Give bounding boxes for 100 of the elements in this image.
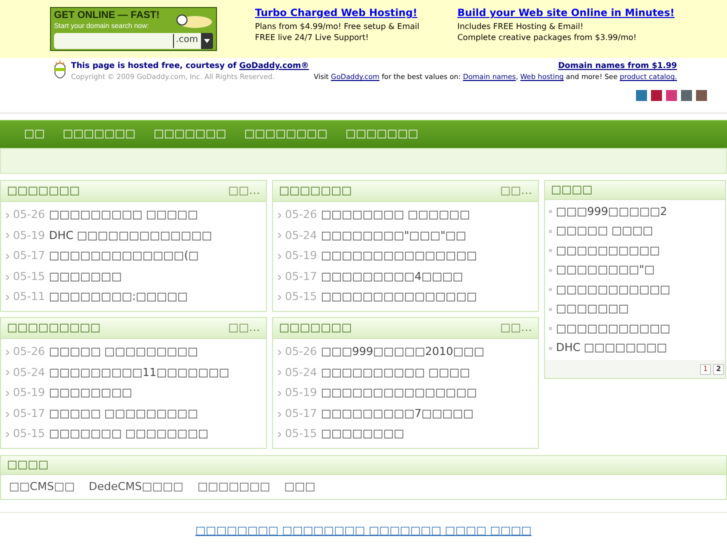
panel-title: □□□□□□□ — [279, 320, 352, 336]
brand-link[interactable]: GoDaddy.com® — [239, 61, 309, 70]
news-link[interactable]: □□□999□□□□□2010□□□ — [320, 344, 484, 361]
side-link[interactable]: □□□□□□□□"□ — [556, 262, 655, 278]
offer-text: Includes FREE Hosting & Email! — [457, 21, 584, 32]
news-date: 05-24 — [285, 228, 317, 244]
panel-title: □□□□□□□ — [7, 182, 80, 199]
news-link[interactable]: □□□□□□□□□ □□□□□ — [48, 207, 198, 224]
panel-title: □□□□□□□ — [279, 182, 352, 199]
panel-title: □□□□□□□□□ — [7, 320, 101, 336]
more-link[interactable]: □□… — [500, 182, 532, 200]
news-link[interactable]: □□□□□ □□□□□□□□□ — [48, 344, 198, 361]
chevron-icon — [6, 370, 9, 376]
news-date: 05-15 — [13, 268, 45, 285]
news-link[interactable]: □□□□□□□□□□□□□□□ — [320, 385, 477, 402]
theme-swatch[interactable] — [636, 90, 647, 101]
domain-link[interactable]: Domain names from $1.99 — [558, 60, 677, 72]
bullet-icon — [549, 249, 552, 252]
bullet-icon — [549, 346, 552, 350]
offer-link[interactable]: Build your Web site Online in Minutes! — [457, 7, 675, 21]
chevron-icon — [6, 390, 9, 396]
news-date: 05-24 — [13, 364, 45, 381]
theme-swatch[interactable] — [651, 90, 662, 101]
offer-text: Complete creative packages from $3.99/mo! — [457, 32, 638, 43]
chevron-icon — [6, 412, 9, 417]
side-link[interactable]: □□□□□□□ — [556, 301, 629, 318]
side-link[interactable]: □□□□□□□□□□□ — [556, 282, 670, 298]
side-link[interactable]: □□□□□ □□□□ — [556, 223, 654, 240]
news-link[interactable]: □□□□□□□□□4□□□□ — [320, 268, 464, 286]
bullet-icon — [549, 327, 552, 330]
bullet-icon — [549, 268, 552, 272]
news-date: 05-24 — [285, 364, 317, 381]
more-link[interactable]: □□… — [500, 320, 532, 336]
theme-swatch[interactable] — [696, 90, 707, 101]
news-date: 05-15 — [285, 289, 317, 306]
news-link[interactable]: □□□□□□□□□□□□□□□ — [320, 289, 477, 306]
news-date: 05-11 — [13, 289, 45, 306]
panel-title: □□□□ — [7, 456, 49, 473]
friend-link[interactable]: □□□ — [284, 478, 316, 496]
side-link[interactable]: DHC □□□□□□□□ — [556, 340, 668, 356]
domain-field[interactable]: .com — [54, 33, 201, 49]
chevron-icon — [6, 350, 9, 355]
news-date: 05-15 — [13, 426, 45, 442]
ad-headline: GET ONLINE — FAST! — [54, 9, 160, 22]
footer-link[interactable]: □□□□□□□□ □□□□□□□□ □□□□□□□ □□□□ □□□□ — [195, 522, 532, 540]
side-link[interactable]: □□□999□□□□□2 — [556, 204, 668, 220]
news-link[interactable]: □□□□□□□ — [48, 268, 122, 286]
panel-title: □□□□ — [551, 182, 593, 198]
theme-swatch[interactable] — [666, 90, 677, 101]
more-link[interactable]: □□… — [228, 320, 260, 336]
news-date: 05-19 — [13, 228, 45, 244]
domain-suffix: .com — [172, 34, 198, 48]
news-date: 05-17 — [285, 268, 317, 285]
chevron-icon — [278, 390, 281, 396]
bullet-icon — [549, 288, 552, 292]
chevron-icon — [278, 370, 281, 376]
chevron-icon — [278, 295, 281, 300]
chevron-icon — [6, 212, 9, 218]
news-link[interactable]: □□□□□□□□□7□□□□□ — [320, 406, 474, 422]
caret-icon — [204, 39, 210, 43]
news-date: 05-26 — [285, 207, 317, 224]
friend-link[interactable]: □□CMS□□ — [9, 478, 75, 496]
chevron-icon — [278, 212, 281, 218]
chevron-icon — [278, 350, 281, 355]
offer-text: Plans from $4.99/mo! Free setup & Email — [255, 21, 420, 32]
theme-swatch[interactable] — [681, 90, 692, 101]
news-date: 05-17 — [13, 406, 45, 422]
news-link[interactable]: DHC □□□□□□□□□□□□□ — [48, 228, 212, 244]
hosted-message: This page is hosted free, courtesy of GoDaddy.com® — [71, 60, 309, 72]
chevron-icon — [278, 274, 281, 280]
news-link[interactable]: □□□□□□□□□□□□□(□ — [48, 248, 199, 265]
chevron-icon — [6, 274, 9, 280]
chevron-icon — [278, 432, 281, 438]
news-link[interactable]: □□□□□□□□ — [48, 385, 132, 402]
bullet-icon — [549, 230, 552, 233]
news-date: 05-17 — [13, 248, 45, 264]
news-link[interactable]: □□□□□□□□□□ □□□□ — [320, 364, 470, 382]
news-date: 05-15 — [285, 426, 317, 442]
friend-link[interactable]: DedeCMS□□□□ — [88, 478, 184, 496]
news-link[interactable]: □□□□□□□□ □□□□□□ — [320, 207, 470, 224]
news-date: 05-26 — [13, 344, 45, 360]
side-link[interactable]: □□□□□□□□□□ — [556, 242, 660, 259]
news-date: 05-19 — [13, 385, 45, 402]
side-link[interactable]: □□□□□□□□□□□ — [556, 320, 670, 337]
dropdown-button[interactable] — [201, 33, 213, 49]
news-link[interactable]: □□□□□□□□ — [320, 426, 404, 443]
more-link[interactable]: □□… — [228, 182, 260, 200]
chevron-icon — [6, 295, 9, 300]
offer-text: FREE live 24/7 Live Support! — [255, 32, 370, 43]
news-link[interactable]: □□□□□□□□"□□□"□□ — [320, 228, 466, 244]
news-link[interactable]: □□□□□□□ □□□□□□□□ — [48, 426, 208, 443]
news-link[interactable]: □□□□□ □□□□□□□□□ — [48, 406, 198, 422]
news-date: 05-17 — [285, 406, 317, 422]
news-link[interactable]: □□□□□□□□□□□□□□□ — [320, 248, 477, 265]
news-link[interactable]: □□□□□□□□:□□□□□ — [48, 289, 188, 306]
offer-link[interactable]: Turbo Charged Web Hosting! — [255, 7, 420, 21]
news-date: 05-26 — [285, 344, 317, 360]
news-link[interactable]: □□□□□□□□□11□□□□□□□ — [48, 364, 230, 382]
friend-link[interactable]: □□□□□□□ — [197, 478, 270, 496]
chevron-icon — [6, 254, 9, 259]
